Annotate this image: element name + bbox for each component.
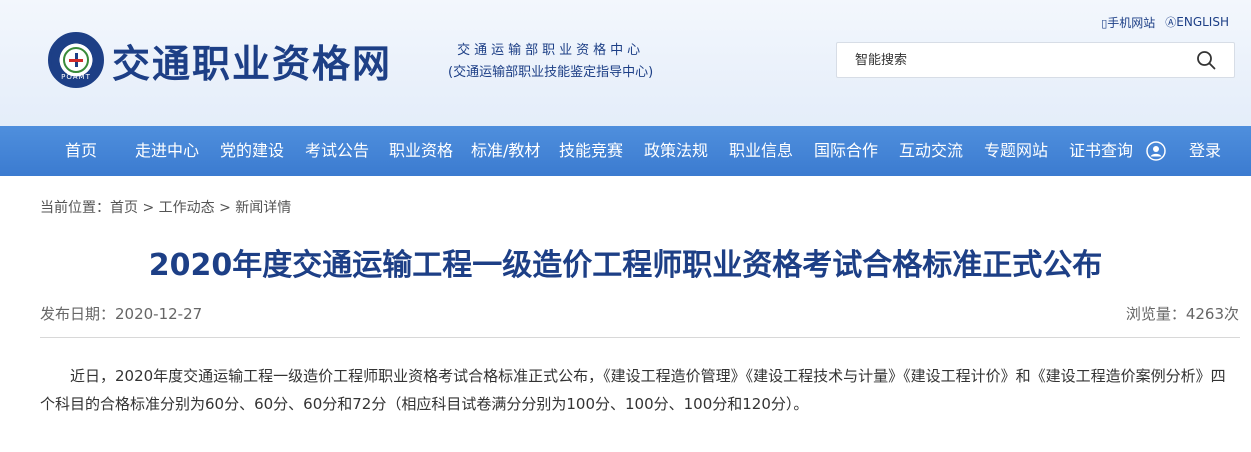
breadcrumb-separator: > [219, 200, 231, 216]
search-icon[interactable] [1196, 50, 1216, 70]
top-links: ▯手机网站 ⒶENGLISH [1101, 14, 1229, 31]
organization-subtitle: 交通运输部职业资格中心 (交通运输部职业技能鉴定指导中心) [448, 40, 653, 84]
subtitle-line1: 交通运输部职业资格中心 [457, 43, 645, 58]
nav-item-policy[interactable]: 政策法规 [644, 126, 708, 176]
publish-date: 发布日期：2020-12-27 [40, 305, 203, 323]
site-logo[interactable]: POAMT 交通职业资格网 [48, 30, 392, 90]
mobile-site-label: 手机网站 [1107, 16, 1156, 30]
breadcrumb: 当前位置：首页 > 工作动态 > 新闻详情 [40, 197, 291, 217]
search-input[interactable] [837, 43, 1177, 77]
site-title: 交通职业资格网 [112, 41, 393, 86]
nav-item-competition[interactable]: 技能竞赛 [559, 126, 623, 176]
nav-item-interaction[interactable]: 互动交流 [899, 126, 963, 176]
nav-item-standards[interactable]: 标准/教材 [471, 126, 540, 176]
nav-item-exam-notice[interactable]: 考试公告 [305, 126, 369, 176]
english-label: ENGLISH [1176, 15, 1229, 29]
breadcrumb-prefix: 当前位置： [40, 200, 110, 216]
view-count: 浏览量：4263次 [1125, 305, 1239, 323]
english-link[interactable]: ⒶENGLISH [1165, 14, 1229, 31]
nav-item-about[interactable]: 走进中心 [135, 126, 199, 176]
nav-item-qualification[interactable]: 职业资格 [389, 126, 453, 176]
nav-item-home[interactable]: 首页 [65, 126, 97, 176]
main-nav: 首页 走进中心 党的建设 考试公告 职业资格 标准/教材 技能竞赛 政策法规 职… [0, 126, 1251, 176]
nav-item-certificate-query[interactable]: 证书查询 [1069, 126, 1133, 176]
mobile-site-link[interactable]: ▯手机网站 [1101, 14, 1155, 31]
nav-item-international[interactable]: 国际合作 [814, 126, 878, 176]
nav-item-party[interactable]: 党的建设 [220, 126, 284, 176]
logo-ring-text: POAMT [61, 73, 91, 81]
globe-icon: Ⓐ [1165, 16, 1177, 29]
subtitle-line2: (交通运输部职业技能鉴定指导中心) [448, 65, 654, 80]
nav-item-login[interactable]: 登录 [1189, 126, 1221, 176]
breadcrumb-section[interactable]: 工作动态 [159, 200, 215, 216]
site-header: POAMT 交通职业资格网 交通运输部职业资格中心 (交通运输部职业技能鉴定指导… [0, 0, 1251, 126]
breadcrumb-current: 新闻详情 [235, 200, 292, 216]
divider [40, 337, 1240, 338]
nav-item-career-info[interactable]: 职业信息 [729, 126, 793, 176]
breadcrumb-separator: > [142, 200, 155, 216]
user-icon[interactable] [1146, 141, 1166, 161]
breadcrumb-home[interactable]: 首页 [110, 200, 138, 216]
logo-emblem-icon: POAMT [48, 32, 104, 88]
article-title: 2020年度交通运输工程一级造价工程师职业资格考试合格标准正式公布 [148, 248, 1103, 283]
search-box [836, 42, 1235, 78]
nav-item-special-sites[interactable]: 专题网站 [984, 126, 1048, 176]
article-body: 近日，2020年度交通运输工程一级造价工程师职业资格考试合格标准正式公布，《建设… [40, 367, 1226, 413]
